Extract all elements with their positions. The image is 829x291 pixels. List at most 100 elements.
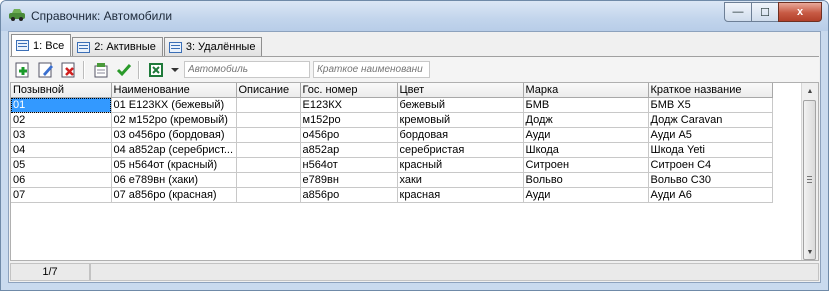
table-cell[interactable]: 04 а852ар (серебрист...: [111, 142, 237, 158]
app-window: Справочник: Автомобили — ☐ x 1: Все 2: А…: [0, 0, 829, 291]
table-cell[interactable]: 02: [11, 112, 112, 128]
table-cell[interactable]: Ауди А5: [648, 127, 773, 143]
column-header[interactable]: Позывной: [11, 83, 112, 98]
maximize-icon: ☐: [760, 6, 770, 19]
vertical-scrollbar[interactable]: ▲ ▼: [801, 83, 818, 260]
table-cell[interactable]: 03 о456ро (бордовая): [111, 127, 237, 143]
table-cell[interactable]: 06 е789вн (хаки): [111, 172, 237, 188]
table-cell[interactable]: Шкода Yeti: [648, 142, 773, 158]
table-cell[interactable]: бордовая: [397, 127, 524, 143]
table-cell[interactable]: [236, 172, 301, 188]
table-cell[interactable]: 04: [11, 142, 112, 158]
table-cell[interactable]: Ауди: [523, 127, 649, 143]
table-cell[interactable]: 03: [11, 127, 112, 143]
table-cell[interactable]: БМВ: [523, 97, 649, 113]
table-cell[interactable]: Ситроен С4: [648, 157, 773, 173]
table-cell[interactable]: 01 Е123КХ (бежевый): [111, 97, 237, 113]
table-row[interactable]: 04 04 а852ар (серебрист... а852ар серебр…: [11, 142, 773, 158]
table-row[interactable]: 06 06 е789вн (хаки) е789вн хаки Вольво В…: [11, 172, 773, 188]
table-cell[interactable]: Ауди: [523, 187, 649, 203]
scroll-thumb[interactable]: [803, 100, 816, 260]
toolbar-separator: [138, 60, 139, 79]
filter-short-name-input[interactable]: [313, 61, 430, 78]
table-cell[interactable]: а856ро: [300, 187, 398, 203]
delete-record-button[interactable]: [59, 60, 79, 80]
close-button[interactable]: x: [778, 2, 822, 22]
column-header[interactable]: Цвет: [397, 83, 524, 98]
table-cell[interactable]: 02 м152ро (кремовый): [111, 112, 237, 128]
add-record-button[interactable]: [13, 60, 33, 80]
table-cell[interactable]: 05 н564от (красный): [111, 157, 237, 173]
table-cell[interactable]: Ситроен: [523, 157, 649, 173]
table-cell[interactable]: БМВ Х5: [648, 97, 773, 113]
table-cell[interactable]: хаки: [397, 172, 524, 188]
minimize-button[interactable]: —: [724, 2, 752, 22]
table-cell[interactable]: 01: [11, 97, 112, 113]
table-cell[interactable]: [236, 157, 301, 173]
table-header: Позывной Наименование Описание Гос. номе…: [11, 83, 773, 98]
table-cell[interactable]: [236, 187, 301, 203]
confirm-button[interactable]: [114, 60, 134, 80]
table-cell[interactable]: Вольво: [523, 172, 649, 188]
table-cell[interactable]: Додж: [523, 112, 649, 128]
filter-car-input[interactable]: [184, 61, 310, 78]
column-header[interactable]: Описание: [236, 83, 301, 98]
export-dropdown-button[interactable]: [169, 60, 181, 80]
tab-label: 2: Активные: [94, 41, 156, 53]
table-cell[interactable]: а852ар: [300, 142, 398, 158]
column-header[interactable]: Марка: [523, 83, 649, 98]
table-row[interactable]: 01 01 Е123КХ (бежевый) Е123КХ бежевый БМ…: [11, 97, 773, 113]
table-cell[interactable]: 06: [11, 172, 112, 188]
excel-export-button[interactable]: [146, 60, 166, 80]
table-cell[interactable]: [236, 97, 301, 113]
table-cell[interactable]: Ауди А6: [648, 187, 773, 203]
properties-icon: [94, 62, 108, 77]
table-cell[interactable]: 05: [11, 157, 112, 173]
tab-label: 3: Удалённые: [185, 41, 256, 53]
list-icon: [168, 41, 182, 53]
table-cell[interactable]: [236, 112, 301, 128]
column-header[interactable]: Гос. номер: [300, 83, 398, 98]
edit-record-button[interactable]: [36, 60, 56, 80]
scroll-down-icon[interactable]: ▼: [802, 244, 818, 260]
table-cell[interactable]: серебристая: [397, 142, 524, 158]
window-title: Справочник: Автомобили: [31, 9, 173, 23]
properties-button[interactable]: [91, 60, 111, 80]
table-cell[interactable]: [236, 142, 301, 158]
toolbar-separator: [83, 60, 84, 79]
table-cell[interactable]: Шкода: [523, 142, 649, 158]
column-header[interactable]: Наименование: [111, 83, 237, 98]
window-controls: — ☐ x: [724, 2, 822, 22]
table-cell[interactable]: е789вн: [300, 172, 398, 188]
edit-record-icon: [38, 62, 53, 77]
table-cell[interactable]: о456ро: [300, 127, 398, 143]
table-cell[interactable]: красный: [397, 157, 524, 173]
table-row[interactable]: 05 05 н564от (красный) н564от красный Си…: [11, 157, 773, 173]
column-header[interactable]: Краткое название: [648, 83, 773, 98]
table-cell[interactable]: [236, 127, 301, 143]
scroll-up-icon[interactable]: ▲: [802, 83, 818, 99]
confirm-check-icon: [116, 63, 132, 76]
title-bar[interactable]: Справочник: Автомобили — ☐ x: [1, 1, 828, 31]
table-row[interactable]: 07 07 а856ро (красная) а856ро красная Ау…: [11, 187, 773, 203]
tab-active[interactable]: 2: Активные: [72, 37, 163, 56]
table-cell[interactable]: Додж Caravan: [648, 112, 773, 128]
table-cell[interactable]: 07 а856ро (красная): [111, 187, 237, 203]
table-cell[interactable]: красная: [397, 187, 524, 203]
toolbar: [10, 56, 819, 83]
data-grid[interactable]: Позывной Наименование Описание Гос. номе…: [10, 82, 819, 261]
table-row[interactable]: 02 02 м152ро (кремовый) м152ро кремовый …: [11, 112, 773, 128]
table-cell[interactable]: бежевый: [397, 97, 524, 113]
status-bar: 1/7: [10, 263, 819, 281]
table-cell[interactable]: 07: [11, 187, 112, 203]
table-cell[interactable]: Вольво С30: [648, 172, 773, 188]
maximize-button[interactable]: ☐: [751, 2, 779, 22]
tab-all[interactable]: 1: Все: [11, 34, 72, 56]
table-cell[interactable]: Е123КХ: [300, 97, 398, 113]
tab-deleted[interactable]: 3: Удалённые: [163, 37, 263, 56]
table-row[interactable]: 03 03 о456ро (бордовая) о456ро бордовая …: [11, 127, 773, 143]
table-cell[interactable]: кремовый: [397, 112, 524, 128]
table-cell[interactable]: н564от: [300, 157, 398, 173]
record-position: 1/7: [10, 263, 90, 281]
table-cell[interactable]: м152ро: [300, 112, 398, 128]
